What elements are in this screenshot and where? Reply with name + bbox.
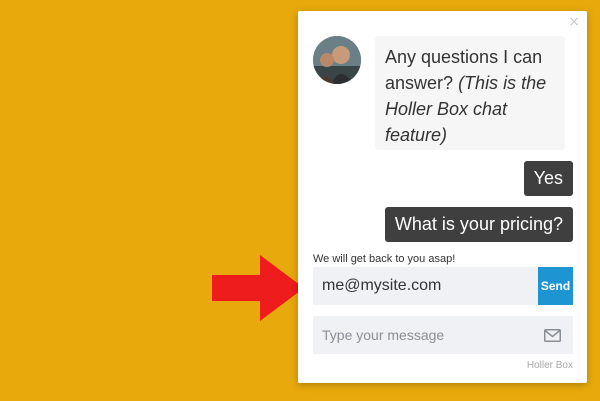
envelope-icon[interactable] (544, 328, 561, 342)
chat-widget: × Any questions I can answer? (This is t… (298, 11, 587, 383)
red-arrow-icon (212, 255, 304, 321)
message-row (313, 316, 573, 354)
reply-yes[interactable]: Yes (523, 161, 573, 196)
brand-link[interactable]: Holler Box (527, 360, 573, 371)
agent-message: Any questions I can answer? (This is the… (375, 36, 565, 150)
reply-pricing[interactable]: What is your pricing? (384, 207, 573, 242)
message-input[interactable] (313, 316, 544, 354)
email-row: Send (313, 267, 573, 305)
notice-text: We will get back to you asap! (313, 253, 456, 265)
avatar (313, 36, 361, 84)
close-icon[interactable]: × (568, 14, 580, 30)
email-input[interactable] (313, 267, 538, 305)
send-button[interactable]: Send (538, 267, 573, 305)
